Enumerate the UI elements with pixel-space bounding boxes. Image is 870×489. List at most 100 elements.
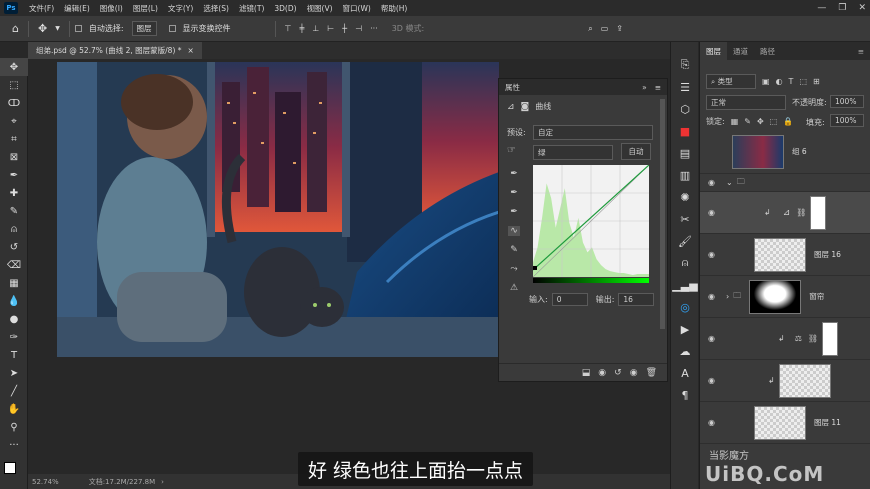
share-icon[interactable]: ⇪ [616, 24, 623, 33]
tool-presets-icon[interactable]: ✂ [671, 208, 699, 230]
search-icon[interactable]: ⌕ [588, 24, 592, 34]
layer-row[interactable]: ◉ ↲ [700, 360, 870, 402]
filter-type-icon[interactable]: T [789, 77, 794, 86]
menu-help[interactable]: 帮助(H) [376, 3, 413, 14]
visibility-eye-icon[interactable]: ◉ [708, 178, 722, 187]
properties-scrollbar[interactable] [660, 99, 665, 329]
layer-row[interactable]: ◉ ⌄ 🗀 [700, 174, 870, 192]
color-icon[interactable]: ■ [671, 120, 699, 142]
menu-select[interactable]: 选择(S) [198, 3, 234, 14]
minimize-icon[interactable]: — [817, 3, 826, 13]
pen-tool-icon[interactable]: ✑ [0, 328, 28, 346]
libraries-icon[interactable]: ☁ [671, 340, 699, 362]
clip-to-layer-icon[interactable]: ⬓ [582, 368, 591, 378]
layer-mask-icon[interactable]: ◙ [521, 102, 530, 112]
history-brush-tool-icon[interactable]: ↺ [0, 238, 28, 256]
lock-artboard-icon[interactable]: ⬚ [770, 117, 778, 126]
swatches-icon[interactable]: ▤ [671, 142, 699, 164]
dodge-tool-icon[interactable]: ● [0, 310, 28, 328]
layer-name[interactable]: 组 6 [792, 146, 807, 157]
marquee-tool-icon[interactable]: ⬚ [0, 76, 28, 94]
menu-file[interactable]: 文件(F) [24, 3, 59, 14]
filter-pixel-icon[interactable]: ▣ [762, 77, 770, 86]
collapse-icon[interactable]: » [642, 83, 647, 92]
curve-edit-points-icon[interactable]: ∿ [508, 226, 520, 236]
output-field[interactable]: 16 [618, 293, 655, 306]
visibility-eye-icon[interactable]: ◉ [708, 334, 722, 343]
menu-edit[interactable]: 编辑(E) [59, 3, 95, 14]
menu-image[interactable]: 图像(I) [95, 3, 128, 14]
layers-menu-icon[interactable]: ≡ [852, 42, 870, 60]
layer-row-selected[interactable]: ◉ ↲ ⊿ ⛓ [700, 192, 870, 234]
menu-filter[interactable]: 滤镜(T) [234, 3, 269, 14]
lock-all-icon[interactable]: 🔒 [783, 117, 793, 126]
visibility-eye-icon[interactable]: ◉ [708, 292, 722, 301]
clone-stamp-tool-icon[interactable]: ⍝ [0, 220, 28, 238]
align-top-icon[interactable]: ⊤ [285, 24, 292, 33]
lock-transparent-icon[interactable]: ▦ [731, 117, 739, 126]
workspace-icon[interactable]: ▭ [601, 24, 609, 33]
clipping-warning-icon[interactable]: ⚠ [510, 283, 518, 293]
home-icon[interactable]: ⌂ [12, 22, 19, 35]
crop-tool-icon[interactable]: ⌗ [0, 130, 28, 148]
tab-channels[interactable]: 通道 [727, 42, 754, 60]
patterns-icon[interactable]: ✺ [671, 186, 699, 208]
auto-select-checkbox[interactable] [74, 25, 82, 32]
brush-tool-icon[interactable]: ✎ [0, 202, 28, 220]
auto-select-dropdown[interactable]: 图层 [131, 21, 157, 36]
layer-row[interactable]: ◉ 图层 16 [700, 234, 870, 276]
align-bottom-icon[interactable]: ⊥ [312, 24, 319, 33]
opacity-field[interactable]: 100% [830, 95, 864, 108]
play-actions-icon[interactable]: ▶ [671, 318, 699, 340]
character-icon[interactable]: A [671, 362, 699, 384]
layer-row[interactable]: ◉ 图层 11 [700, 402, 870, 444]
zoom-tool-icon[interactable]: ⚲ [0, 418, 28, 436]
status-arrow-icon[interactable]: › [161, 478, 164, 486]
lock-position-icon[interactable]: ✥ [757, 117, 764, 126]
gray-point-eyedropper-icon[interactable]: ✒ [510, 188, 518, 198]
move-tool-icon[interactable]: ✥ [0, 58, 28, 76]
blur-tool-icon[interactable]: 💧 [0, 292, 28, 310]
close-icon[interactable]: ✕ [858, 3, 866, 13]
chevron-down-icon[interactable]: ⌄ [726, 178, 733, 187]
lock-pixels-icon[interactable]: ✎ [744, 117, 751, 126]
black-point-eyedropper-icon[interactable]: ✒ [510, 169, 518, 179]
frame-tool-icon[interactable]: ⊠ [0, 148, 28, 166]
panel-menu-icon[interactable]: ≡ [655, 83, 661, 92]
line-tool-icon[interactable]: ╱ [0, 382, 28, 400]
layer-name[interactable]: 图层 16 [814, 249, 841, 260]
layer-mask-thumbnail[interactable] [810, 195, 827, 230]
foreground-color-swatch[interactable] [4, 462, 16, 474]
visibility-eye-icon[interactable]: ◉ [708, 376, 722, 385]
blend-mode-dropdown[interactable]: 正常 [706, 95, 786, 110]
move-tool-icon[interactable]: ✥ [38, 22, 47, 35]
tab-layers[interactable]: 图层 [700, 42, 727, 60]
curve-control-point[interactable] [533, 265, 537, 270]
brush-settings-icon[interactable]: 🖌 [671, 230, 699, 252]
align-right-icon[interactable]: ⊣ [355, 24, 362, 33]
menu-3d[interactable]: 3D(D) [269, 4, 301, 13]
preset-dropdown[interactable]: 自定 [533, 125, 653, 140]
gradients-icon[interactable]: ▥ [671, 164, 699, 186]
lasso-tool-icon[interactable]: ↀ [0, 94, 28, 112]
menu-window[interactable]: 窗口(W) [338, 3, 376, 14]
layer-name[interactable]: 图层 11 [814, 417, 841, 428]
filter-smart-icon[interactable]: ⊞ [813, 77, 820, 86]
type-tool-icon[interactable]: T [0, 346, 28, 364]
document-tab[interactable]: 组弟.psd @ 52.7% (曲线 2, 图层蒙版/8) * × [28, 42, 202, 59]
chevron-down-icon[interactable]: ▼ [55, 25, 60, 32]
delete-trash-icon[interactable]: 🗑 [646, 368, 657, 378]
navigator-icon[interactable]: ◎ [671, 296, 699, 318]
curves-graph[interactable] [533, 165, 649, 277]
path-select-tool-icon[interactable]: ➤ [0, 364, 28, 382]
menu-type[interactable]: 文字(Y) [163, 3, 198, 14]
document-canvas[interactable] [57, 62, 499, 357]
curves-adjustment-icon[interactable]: ⊿ [507, 102, 515, 112]
quick-select-tool-icon[interactable]: ⌖ [0, 112, 28, 130]
input-field[interactable]: 0 [551, 293, 588, 306]
menu-view[interactable]: 视图(V) [302, 3, 338, 14]
curve-pencil-icon[interactable]: ✎ [510, 245, 518, 255]
adjustments-icon[interactable]: ☰ [671, 76, 699, 98]
clone-source-icon[interactable]: ⍝ [671, 252, 699, 274]
layer-name[interactable]: 窗帘 [809, 291, 824, 302]
